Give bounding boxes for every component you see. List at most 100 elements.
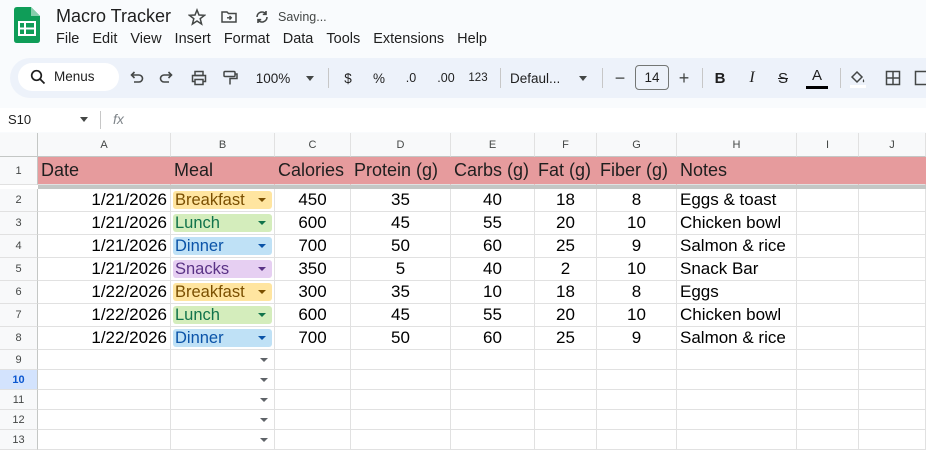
- table-cell[interactable]: [797, 189, 859, 212]
- font-family-select[interactable]: Defaul...: [510, 67, 570, 89]
- table-cell[interactable]: 5: [351, 258, 451, 281]
- table-cell[interactable]: [275, 390, 351, 410]
- table-cell[interactable]: [275, 350, 351, 370]
- dropdown-arrow-icon[interactable]: [260, 377, 268, 382]
- table-cell[interactable]: [797, 430, 859, 450]
- dropdown-arrow-icon[interactable]: [260, 437, 268, 442]
- table-cell[interactable]: 20: [535, 212, 597, 235]
- table-cell[interactable]: [351, 350, 451, 370]
- table-cell[interactable]: 700: [275, 235, 351, 258]
- table-cell[interactable]: [859, 304, 926, 327]
- table-cell[interactable]: Chicken bowl: [677, 304, 797, 327]
- table-cell[interactable]: [859, 390, 926, 410]
- row-header-10[interactable]: 10: [0, 370, 38, 390]
- column-header-a[interactable]: A: [38, 133, 171, 157]
- table-cell[interactable]: [797, 390, 859, 410]
- dropdown-arrow-icon[interactable]: [258, 336, 266, 340]
- table-cell[interactable]: Eggs & toast: [677, 189, 797, 212]
- strikethrough-button[interactable]: S: [776, 67, 790, 89]
- table-cell[interactable]: 1/22/2026: [38, 327, 171, 350]
- table-cell[interactable]: 9: [597, 327, 677, 350]
- zoom-select[interactable]: 100%: [252, 67, 294, 89]
- table-cell[interactable]: [677, 350, 797, 370]
- table-cell[interactable]: 18: [535, 281, 597, 304]
- table-cell[interactable]: 35: [351, 189, 451, 212]
- dropdown-arrow-icon[interactable]: [260, 397, 268, 402]
- table-cell[interactable]: [535, 410, 597, 430]
- meal-dropdown-cell[interactable]: [171, 430, 275, 450]
- table-cell[interactable]: 1/22/2026: [38, 281, 171, 304]
- meal-chip[interactable]: Dinner: [173, 329, 272, 347]
- table-cell[interactable]: [351, 410, 451, 430]
- meal-dropdown-cell[interactable]: Lunch: [171, 212, 275, 235]
- dropdown-arrow-icon[interactable]: [258, 290, 266, 294]
- text-color-button[interactable]: A: [806, 67, 828, 89]
- menu-insert[interactable]: Insert: [175, 31, 211, 47]
- font-size-input[interactable]: 14: [635, 65, 669, 90]
- sheets-logo-icon[interactable]: [14, 7, 40, 43]
- row-header-6[interactable]: 6: [0, 281, 38, 304]
- chevron-down-icon[interactable]: [578, 67, 588, 89]
- undo-icon[interactable]: [127, 67, 145, 89]
- paint-format-icon[interactable]: [221, 67, 239, 89]
- table-cell[interactable]: [797, 235, 859, 258]
- table-cell[interactable]: [859, 370, 926, 390]
- table-cell[interactable]: 50: [351, 235, 451, 258]
- row-header-1[interactable]: 1: [0, 157, 38, 185]
- chevron-down-icon[interactable]: [305, 67, 315, 89]
- table-cell[interactable]: 600: [275, 304, 351, 327]
- header-cell[interactable]: [797, 157, 859, 185]
- table-cell[interactable]: 10: [597, 212, 677, 235]
- row-header-3[interactable]: 3: [0, 212, 38, 235]
- table-cell[interactable]: [38, 350, 171, 370]
- table-cell[interactable]: 45: [351, 212, 451, 235]
- meal-chip[interactable]: Lunch: [173, 306, 272, 324]
- table-cell[interactable]: [351, 390, 451, 410]
- name-box[interactable]: S10: [8, 112, 31, 127]
- table-cell[interactable]: 350: [275, 258, 351, 281]
- header-cell[interactable]: [859, 157, 926, 185]
- column-header-i[interactable]: I: [797, 133, 859, 157]
- table-cell[interactable]: [451, 350, 535, 370]
- table-cell[interactable]: [451, 370, 535, 390]
- table-cell[interactable]: 700: [275, 327, 351, 350]
- table-cell[interactable]: 25: [535, 235, 597, 258]
- table-cell[interactable]: 1/21/2026: [38, 189, 171, 212]
- table-cell[interactable]: 300: [275, 281, 351, 304]
- header-cell[interactable]: Date: [38, 157, 171, 185]
- table-cell[interactable]: [535, 390, 597, 410]
- table-cell[interactable]: [275, 370, 351, 390]
- row-header-8[interactable]: 8: [0, 327, 38, 350]
- table-cell[interactable]: [797, 370, 859, 390]
- header-cell[interactable]: Protein (g): [351, 157, 451, 185]
- table-cell[interactable]: Eggs: [677, 281, 797, 304]
- fill-color-icon[interactable]: [848, 67, 868, 89]
- decrease-decimal-button[interactable]: .0: [400, 67, 422, 89]
- meal-dropdown-cell[interactable]: Lunch: [171, 304, 275, 327]
- table-cell[interactable]: [38, 370, 171, 390]
- meal-dropdown-cell[interactable]: Dinner: [171, 327, 275, 350]
- meal-dropdown-cell[interactable]: [171, 410, 275, 430]
- row-header-13[interactable]: 13: [0, 430, 38, 450]
- table-cell[interactable]: [451, 390, 535, 410]
- table-cell[interactable]: [859, 189, 926, 212]
- table-cell[interactable]: [797, 212, 859, 235]
- table-cell[interactable]: [859, 410, 926, 430]
- table-cell[interactable]: [38, 430, 171, 450]
- column-header-h[interactable]: H: [677, 133, 797, 157]
- meal-dropdown-cell[interactable]: [171, 390, 275, 410]
- table-cell[interactable]: [275, 410, 351, 430]
- table-cell[interactable]: [677, 390, 797, 410]
- percent-format-button[interactable]: %: [370, 67, 388, 89]
- table-cell[interactable]: Chicken bowl: [677, 212, 797, 235]
- menu-edit[interactable]: Edit: [92, 31, 117, 47]
- dropdown-arrow-icon[interactable]: [258, 267, 266, 271]
- table-cell[interactable]: 55: [451, 212, 535, 235]
- meal-chip[interactable]: Lunch: [173, 214, 272, 232]
- row-header-4[interactable]: 4: [0, 235, 38, 258]
- column-header-f[interactable]: F: [535, 133, 597, 157]
- table-cell[interactable]: 40: [451, 258, 535, 281]
- formula-input[interactable]: [140, 110, 920, 130]
- table-cell[interactable]: [535, 350, 597, 370]
- meal-dropdown-cell[interactable]: Breakfast: [171, 189, 275, 212]
